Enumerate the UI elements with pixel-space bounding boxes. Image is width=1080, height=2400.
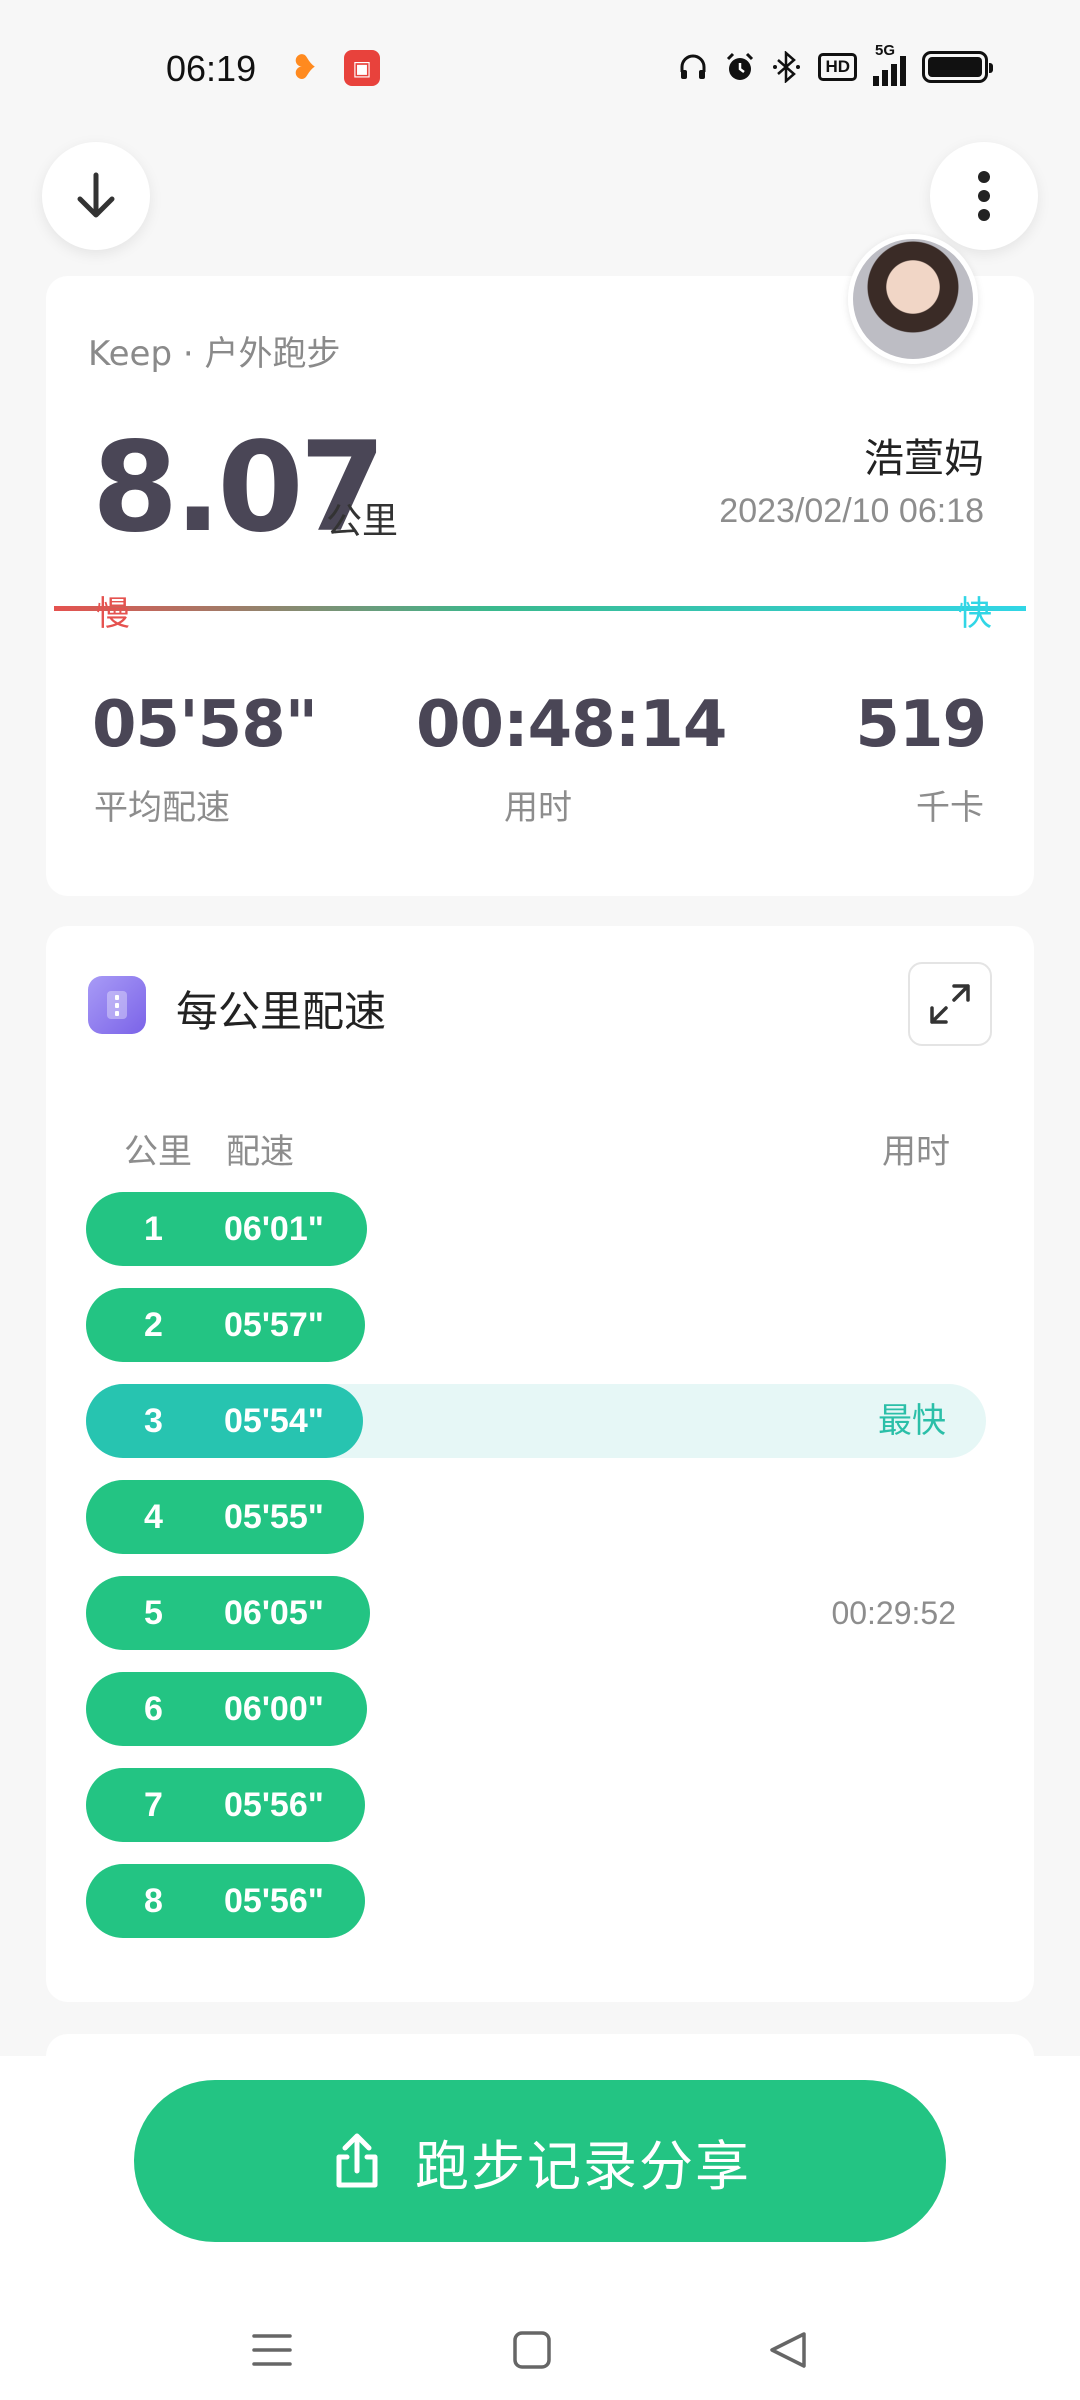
split-pace: 05'56"	[224, 1786, 324, 1824]
hd-icon: HD	[818, 48, 857, 86]
health-app-icon: ❥	[290, 48, 319, 88]
split-pace: 05'55"	[224, 1498, 324, 1536]
split-row: 6 06'00"	[86, 1672, 994, 1746]
fastest-tag: 最快	[878, 1401, 946, 1441]
km-splits-card: 每公里配速 公里 配速 用时 1 06'01" 2 05'57" 3 05'54…	[46, 926, 1034, 2002]
column-header-time: 用时	[882, 1132, 950, 1172]
video-app-icon: ▣	[344, 50, 380, 86]
split-km: 7	[144, 1786, 163, 1824]
bluetooth-icon	[772, 48, 802, 86]
more-vertical-icon	[978, 171, 990, 221]
split-km: 4	[144, 1498, 163, 1536]
split-pace: 05'57"	[224, 1306, 324, 1344]
split-row: 7 05'56"	[86, 1768, 994, 1842]
splits-title: 每公里配速	[176, 987, 387, 1036]
split-km: 3	[144, 1402, 163, 1440]
nav-home-button[interactable]	[502, 2322, 562, 2378]
split-km: 6	[144, 1690, 163, 1728]
menu-icon	[252, 2334, 292, 2366]
fast-label: 快	[958, 594, 992, 634]
split-row: 5 06'05" 00:29:52	[86, 1576, 994, 1650]
split-row: 1 06'01"	[86, 1192, 994, 1266]
split-cumulative-time: 00:29:52	[831, 1595, 956, 1631]
duration-label: 用时	[504, 788, 572, 828]
nav-recents-button[interactable]	[242, 2322, 302, 2378]
share-icon	[336, 2133, 378, 2188]
split-pace: 06'00"	[224, 1690, 324, 1728]
split-pace: 05'56"	[224, 1882, 324, 1920]
activity-type: Keep · 户外跑步	[88, 334, 341, 374]
slow-label: 慢	[96, 594, 130, 634]
split-row-fastest: 3 05'54" 最快	[86, 1384, 994, 1458]
run-datetime: 2023/02/10 06:18	[719, 492, 984, 530]
calories-value: 519	[855, 688, 987, 762]
column-header-km: 公里	[124, 1132, 192, 1172]
user-name: 浩萱妈	[864, 436, 984, 482]
avg-pace-label: 平均配速	[94, 788, 230, 828]
nav-back-button[interactable]	[758, 2322, 818, 2378]
expand-button[interactable]	[908, 962, 992, 1046]
system-icons: HD 5G	[678, 42, 993, 86]
avg-pace-value: 05'58"	[92, 688, 318, 762]
status-bar: 06:19 ❥ ▣ HD 5G	[0, 0, 1080, 140]
split-row: 2 05'57"	[86, 1288, 994, 1362]
speed-gradient-bar	[54, 606, 1026, 611]
status-time: 06:19	[166, 48, 257, 89]
split-km: 5	[144, 1594, 163, 1632]
signal-5g-icon: 5G	[873, 42, 906, 86]
square-icon	[513, 2331, 551, 2369]
share-run-button[interactable]: 跑步记录分享	[134, 2080, 946, 2242]
split-pace: 06'01"	[224, 1210, 324, 1248]
headphones-icon	[678, 48, 708, 86]
duration-value: 00:48:14	[416, 688, 727, 762]
split-km: 8	[144, 1882, 163, 1920]
arrow-down-icon	[77, 172, 115, 218]
expand-icon	[930, 984, 970, 1024]
split-row: 8 05'56"	[86, 1864, 994, 1938]
splits-icon	[88, 976, 146, 1034]
battery-icon	[922, 51, 993, 83]
column-header-pace: 配速	[226, 1132, 294, 1172]
split-row: 4 05'55"	[86, 1480, 994, 1554]
avatar[interactable]	[848, 234, 978, 364]
bottom-action-area: 跑步记录分享	[0, 2056, 1080, 2400]
more-options-button[interactable]	[930, 142, 1038, 250]
system-nav-bar	[0, 2296, 1080, 2396]
run-summary-card: Keep · 户外跑步 8.07 公里 浩萱妈 2023/02/10 06:18…	[46, 234, 1034, 896]
share-button-label: 跑步记录分享	[415, 2134, 751, 2198]
split-km: 1	[144, 1210, 163, 1248]
split-pace: 05'54"	[224, 1402, 324, 1440]
back-triangle-icon	[770, 2332, 806, 2368]
notification-icons: ❥ ▣	[290, 50, 380, 86]
alarm-icon	[724, 48, 756, 86]
split-km: 2	[144, 1306, 163, 1344]
collapse-button[interactable]	[42, 142, 150, 250]
distance-unit: 公里	[326, 501, 399, 542]
calories-label: 千卡	[916, 788, 984, 828]
split-pace: 06'05"	[224, 1594, 324, 1632]
